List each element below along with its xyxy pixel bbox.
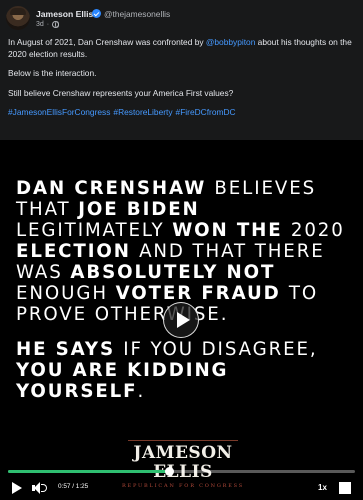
meta-separator: · xyxy=(46,21,50,28)
post-paragraph-3: Still believe Crenshaw represents your A… xyxy=(8,87,234,98)
globe-icon xyxy=(52,21,60,28)
time-display: 0:57 / 1:25 xyxy=(58,483,88,490)
brand-name: JAMESON ELLIS xyxy=(133,443,233,482)
volume-icon[interactable] xyxy=(32,482,48,494)
hashtag-link[interactable]: #FireDCfromDC xyxy=(176,107,236,117)
avatar[interactable] xyxy=(6,6,30,30)
author-name[interactable]: Jameson Ellis xyxy=(36,9,93,19)
center-play-button[interactable] xyxy=(163,302,199,338)
post-paragraph-1: In August of 2021, Dan Crenshaw was conf… xyxy=(8,37,358,60)
author-handle[interactable]: @thejamesonellis xyxy=(104,9,170,19)
post-body: In August of 2021, Dan Crenshaw was conf… xyxy=(8,37,358,127)
video-player[interactable]: Dan Crenshaw believes that Joe Biden leg… xyxy=(0,140,363,500)
play-icon[interactable] xyxy=(12,482,22,494)
caption-run: Dan Crenshaw xyxy=(16,178,215,199)
hashtags: #JamesonEllisForCongress #RestoreLiberty #… xyxy=(8,107,358,119)
caption-run: if you disagree, xyxy=(123,339,318,360)
fullscreen-corner xyxy=(345,488,351,494)
verified-icon xyxy=(92,9,101,18)
caption-run: absolutely not xyxy=(70,262,276,283)
caption-run: you are kidding yourself xyxy=(16,360,229,402)
caption-run: enough xyxy=(16,283,116,304)
caption-run: . xyxy=(137,381,146,402)
volume-wave xyxy=(41,484,47,492)
duration: 1:25 xyxy=(75,483,89,490)
caption-run: Joe Biden xyxy=(78,199,200,220)
fullscreen-icon[interactable] xyxy=(339,482,351,494)
video-caption-paragraph-2: He says if you disagree, you are kidding… xyxy=(16,339,356,402)
mention-link[interactable]: @bobbypiton xyxy=(206,37,255,47)
post-meta: 3d · xyxy=(36,21,60,28)
progress-handle[interactable] xyxy=(165,467,174,476)
post-text: In August of 2021, Dan Crenshaw was conf… xyxy=(8,37,206,47)
post-header: Jameson Ellis @thejamesonellis 3d · xyxy=(0,0,363,34)
video-controls: 0:57 / 1:25 1x xyxy=(0,478,363,498)
caption-run: voter fraud xyxy=(115,283,289,304)
progress-fill xyxy=(8,470,169,473)
video-caption: Dan Crenshaw believes that Joe Biden leg… xyxy=(16,178,356,416)
caption-run: legitimately xyxy=(16,220,173,241)
post-time[interactable]: 3d xyxy=(36,21,44,28)
caption-run: 2020 xyxy=(290,220,345,241)
current-time: 0:57 xyxy=(58,483,71,490)
progress-bar[interactable] xyxy=(8,467,355,476)
caption-run: He says xyxy=(16,339,124,360)
post-paragraph-2: Below is the interaction. xyxy=(8,68,97,78)
caption-run: won the xyxy=(172,220,291,241)
hashtag-link[interactable]: #JamesonEllisForCongress xyxy=(8,107,110,117)
caption-run: election xyxy=(16,241,140,262)
playback-speed-button[interactable]: 1x xyxy=(318,483,327,492)
hashtag-link[interactable]: #RestoreLiberty xyxy=(113,107,172,117)
brand-divider xyxy=(128,440,238,441)
